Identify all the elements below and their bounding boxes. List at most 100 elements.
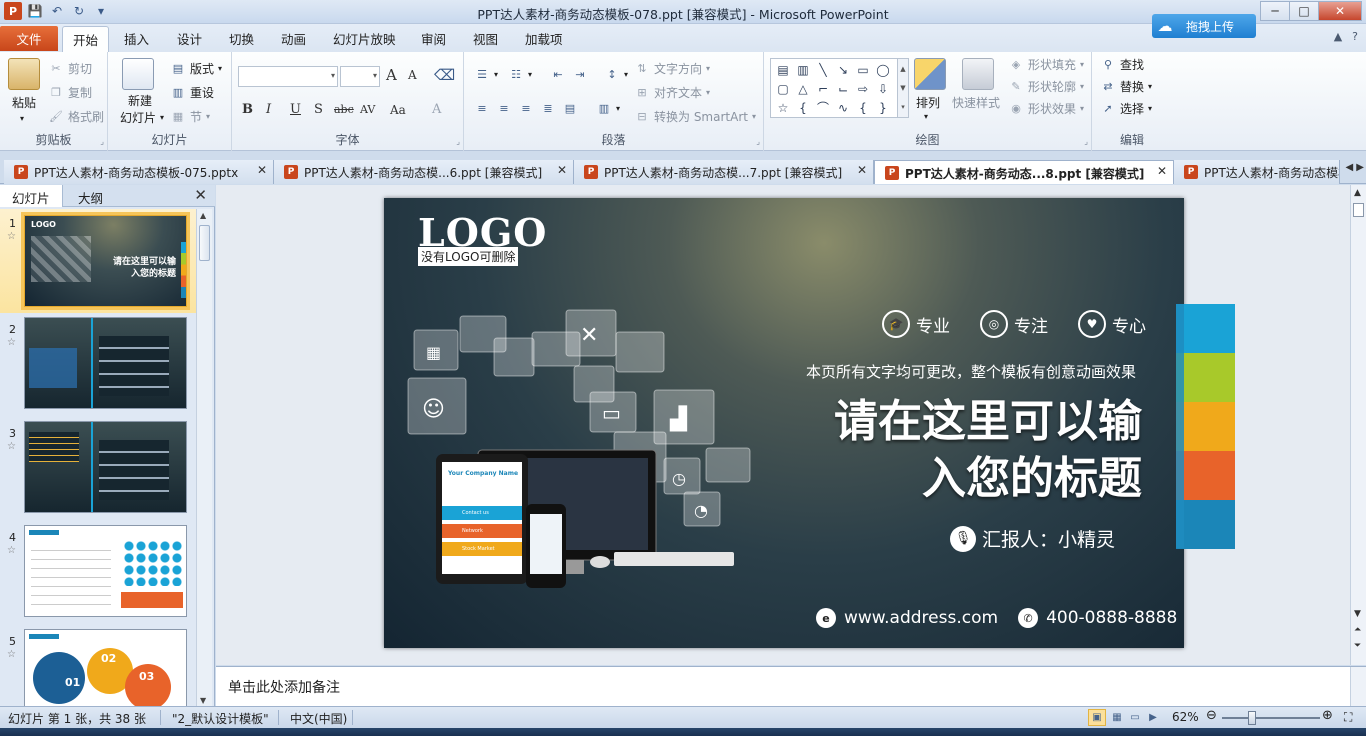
slide-thumb-2[interactable]: 2 ☆ xyxy=(0,315,196,415)
doc-tab-078[interactable]: P PPT达人素材-商务动态...8.ppt [兼容模式] ✕ xyxy=(874,160,1174,184)
zoom-slider-track[interactable] xyxy=(1222,717,1320,719)
doc-tab-076[interactable]: P PPT达人素材-商务动态模...6.ppt [兼容模式] ✕ xyxy=(274,160,574,184)
bullets-button[interactable]: ☰ ▾ xyxy=(474,66,498,82)
underline-button[interactable]: U xyxy=(290,102,301,117)
minimize-button[interactable]: ─ xyxy=(1260,1,1290,21)
brace-open-shape-icon[interactable]: { xyxy=(853,98,873,117)
slide-sorter-view-icon[interactable]: ▦ xyxy=(1108,709,1126,726)
minimize-ribbon-icon[interactable]: ▲ xyxy=(1334,30,1342,43)
distributed-button[interactable]: ▤ xyxy=(562,100,578,116)
vertical-textbox-shape-icon[interactable]: ▥ xyxy=(793,60,813,79)
paste-button[interactable]: 粘贴 xyxy=(12,94,36,111)
notes-pane[interactable]: 单击此处添加备注 xyxy=(216,666,1366,707)
char-spacing-button[interactable]: AV xyxy=(360,103,375,116)
slide-thumb-3[interactable]: 3 ☆ xyxy=(0,419,196,519)
change-case-button[interactable]: Aa xyxy=(390,103,406,117)
freeform-shape-icon[interactable]: ∿ xyxy=(833,98,853,117)
upload-button[interactable]: ☁ 拖拽上传 xyxy=(1152,14,1256,38)
maximize-button[interactable]: □ xyxy=(1289,1,1319,21)
zoom-in-icon[interactable]: ⊕ xyxy=(1322,708,1333,723)
curve-shape-icon[interactable]: ⌒ xyxy=(813,98,833,117)
thumbnails-scrollbar[interactable]: ▲ ▼ xyxy=(196,209,212,707)
increase-indent-button[interactable]: ⇥ xyxy=(572,66,588,82)
previous-slide-icon[interactable]: ⏶ xyxy=(1354,625,1361,635)
align-right-button[interactable]: ≡ xyxy=(518,100,534,116)
format-painter-button[interactable]: 🖌 格式刷 xyxy=(48,108,104,125)
font-launcher-icon[interactable]: ⌟ xyxy=(456,137,460,146)
quick-styles-button[interactable]: 快速样式 xyxy=(952,94,1000,111)
tab-view[interactable]: 视图 xyxy=(473,29,498,48)
quick-styles-icon[interactable] xyxy=(962,58,994,90)
editor-scrollbar[interactable]: ▲ ▼ ⏶ ⏷ xyxy=(1350,185,1366,665)
smartart-button[interactable]: ⊟ 转换为 SmartArt ▾ xyxy=(634,108,756,125)
columns-button[interactable]: ▥ ▾ xyxy=(596,100,620,116)
help-icon[interactable]: ? xyxy=(1352,30,1358,43)
close-icon[interactable]: ✕ xyxy=(1157,164,1167,178)
language[interactable]: 中文(中国) xyxy=(290,710,347,727)
align-left-button[interactable]: ≡ xyxy=(474,100,490,116)
section-button[interactable]: ▦ 节 ▾ xyxy=(170,108,210,125)
close-icon[interactable]: ✕ xyxy=(857,163,867,177)
scroll-up-icon[interactable]: ▲ xyxy=(200,211,206,220)
brace-close-shape-icon[interactable]: } xyxy=(873,98,893,117)
tab-scroll-arrows[interactable]: ◀ ▶ xyxy=(1345,162,1364,173)
slide-thumb-4[interactable]: 4 ☆ xyxy=(0,523,196,623)
rectangle-shape-icon[interactable]: ▭ xyxy=(853,60,873,79)
doc-tab-075[interactable]: P PPT达人素材-商务动态模板-075.pptx ✕ xyxy=(4,160,274,184)
reading-view-icon[interactable]: ▭ xyxy=(1126,709,1144,726)
new-slide-label-1[interactable]: 新建 xyxy=(128,92,152,109)
slide-thumb-5[interactable]: 5 ☆ 01 02 03 xyxy=(0,627,196,707)
tab-file[interactable]: 文件 xyxy=(0,26,58,51)
scroll-up-icon[interactable]: ▲ xyxy=(1354,188,1361,198)
elbow-arrow-shape-icon[interactable]: ⌙ xyxy=(833,79,853,98)
decrease-indent-button[interactable]: ⇤ xyxy=(550,66,566,82)
new-slide-icon[interactable] xyxy=(122,58,154,90)
italic-button[interactable]: I xyxy=(266,102,271,117)
scroll-down-icon[interactable]: ▼ xyxy=(200,696,206,705)
grow-font-button[interactable]: A xyxy=(386,66,397,84)
tab-insert[interactable]: 插入 xyxy=(124,29,149,48)
close-icon[interactable]: ✕ xyxy=(194,186,207,204)
tab-design[interactable]: 设计 xyxy=(177,29,202,48)
close-icon[interactable]: ✕ xyxy=(557,163,567,177)
scroll-down-icon[interactable]: ▼ xyxy=(1354,609,1361,619)
arrange-icon[interactable] xyxy=(914,58,946,90)
font-color-button[interactable]: A xyxy=(432,102,441,117)
right-arrow-shape-icon[interactable]: ⇨ xyxy=(853,79,873,98)
clipboard-launcher-icon[interactable]: ⌟ xyxy=(100,137,104,146)
shape-effects-button[interactable]: ◉ 形状效果 ▾ xyxy=(1008,100,1084,117)
justify-button[interactable]: ≣ xyxy=(540,100,556,116)
paste-icon[interactable] xyxy=(8,58,40,90)
textbox-shape-icon[interactable]: ▤ xyxy=(773,60,793,79)
next-slide-icon[interactable]: ⏷ xyxy=(1354,641,1361,651)
tab-slideshow[interactable]: 幻灯片放映 xyxy=(333,29,396,48)
new-slide-button[interactable]: 幻灯片 ▾ xyxy=(120,109,164,126)
close-button[interactable]: ✕ xyxy=(1318,1,1362,21)
down-arrow-shape-icon[interactable]: ⇩ xyxy=(873,79,893,98)
scroll-thumb[interactable] xyxy=(199,225,210,261)
theme-name[interactable]: "2_默认设计模板" xyxy=(172,710,269,727)
text-direction-button[interactable]: ⇅ 文字方向 ▾ xyxy=(634,60,710,77)
line-spacing-button[interactable]: ↕ ▾ xyxy=(604,66,628,82)
shape-outline-button[interactable]: ✎ 形状轮廓 ▾ xyxy=(1008,78,1084,95)
arrange-dropdown-icon[interactable]: ▾ xyxy=(924,112,928,121)
notes-placeholder[interactable]: 单击此处添加备注 xyxy=(228,677,340,697)
chevron-up-icon[interactable]: ▲ xyxy=(900,65,905,73)
copy-button[interactable]: ❐ 复制 xyxy=(48,84,92,101)
zoom-slider-handle[interactable] xyxy=(1248,711,1256,725)
shadow-button[interactable]: S xyxy=(314,102,323,117)
select-button[interactable]: ➚ 选择 ▾ xyxy=(1100,100,1152,117)
notes-scrollbar[interactable] xyxy=(1350,667,1366,707)
triangle-shape-icon[interactable]: △ xyxy=(793,79,813,98)
shapes-gallery-scroll[interactable]: ▲ ▼ ▾ xyxy=(897,58,909,118)
doc-tab-077[interactable]: P PPT达人素材-商务动态模...7.ppt [兼容模式] ✕ xyxy=(574,160,874,184)
font-name-combo[interactable]: ▾ xyxy=(238,66,338,87)
find-button[interactable]: ⚲ 查找 xyxy=(1100,56,1144,73)
align-center-button[interactable]: ≡ xyxy=(496,100,512,116)
arrange-button[interactable]: 排列 xyxy=(916,94,940,111)
tab-animations[interactable]: 动画 xyxy=(281,29,306,48)
more-icon[interactable]: ▾ xyxy=(901,103,905,111)
zoom-out-icon[interactable]: ⊖ xyxy=(1206,708,1217,723)
paste-dropdown-icon[interactable]: ▾ xyxy=(20,114,24,123)
brace-left-shape-icon[interactable]: { xyxy=(793,98,813,117)
